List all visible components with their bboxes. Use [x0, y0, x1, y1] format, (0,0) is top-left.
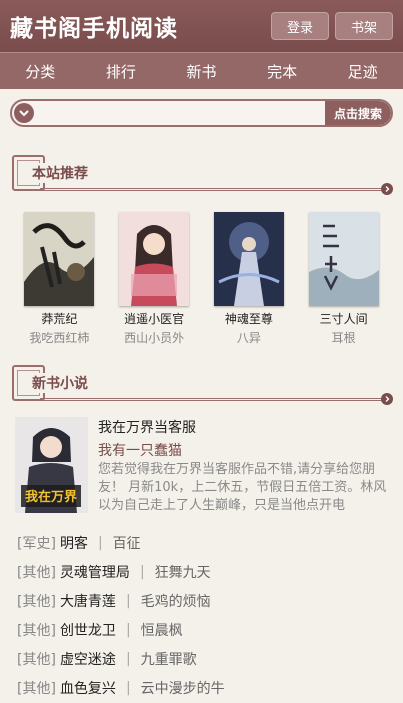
nav-item-history[interactable]: 足迹	[348, 61, 378, 82]
book-author: 百征	[112, 535, 141, 552]
book-author: 恒晨枫	[140, 622, 183, 639]
separator: |	[97, 534, 103, 551]
recommend-book[interactable]: 神魂至尊 八异	[210, 212, 288, 345]
nav-item-new-books[interactable]: 新书	[186, 61, 216, 82]
book-title[interactable]: 虚空迷途	[60, 649, 116, 669]
section-divider	[40, 398, 385, 401]
book-cover[interactable]	[24, 212, 95, 306]
book-title[interactable]: 三寸人间	[305, 310, 383, 327]
book-cover[interactable]	[213, 212, 284, 306]
book-author: 九重罪歌	[140, 651, 197, 668]
recommend-section-title: 本站推荐	[28, 163, 92, 183]
recommend-book[interactable]: 逍遥小医官 西山小员外	[115, 212, 193, 345]
book-category: [其他]	[17, 564, 56, 581]
book-author: 毛鸡的烦恼	[140, 593, 211, 610]
book-author: 云中漫步的牛	[140, 680, 225, 697]
site-title[interactable]: 藏书阁手机阅读	[10, 9, 178, 43]
list-item[interactable]: [其他] 创世龙卫 | 恒晨枫	[0, 615, 403, 644]
chevron-down-icon[interactable]	[14, 103, 34, 123]
book-author: 耳根	[331, 331, 356, 345]
svg-text:我在万界: 我在万界	[25, 489, 77, 505]
book-title[interactable]: 大唐青莲	[60, 591, 116, 611]
book-author: 狂舞九天	[154, 564, 211, 581]
book-cover[interactable]	[119, 212, 190, 306]
list-item[interactable]: [其他] 虚空迷途 | 九重罪歌	[0, 644, 403, 673]
search-input[interactable]	[38, 103, 328, 123]
new-books-section-title: 新书小说	[28, 373, 92, 393]
recommend-grid: 莽荒纪 我吃西红柿 逍遥小医官 西山小员外 神魂至尊 八异 三寸人间 耳根	[0, 212, 403, 345]
main-nav: 分类 排行 新书 完本 足迹	[0, 52, 403, 89]
login-button[interactable]: 登录	[271, 12, 329, 40]
section-divider	[40, 188, 385, 191]
list-item[interactable]: [其他] 血色复兴 | 云中漫步的牛	[0, 673, 403, 702]
book-author: 八异	[236, 331, 261, 345]
book-title[interactable]: 莽荒纪	[20, 310, 98, 327]
featured-book[interactable]: 我在万界 我在万界当客服 我有一只蠢猫 您若觉得我在万界当客服作品不错,请分享给…	[0, 414, 403, 518]
book-title[interactable]: 创世龙卫	[60, 620, 116, 640]
header: 藏书阁手机阅读 登录 书架	[0, 0, 403, 52]
recommend-section-header: 本站推荐	[0, 153, 403, 199]
separator: |	[125, 592, 131, 609]
bookshelf-button[interactable]: 书架	[335, 12, 393, 40]
separator: |	[125, 679, 131, 696]
list-item[interactable]: [其他] 灵魂管理局 | 狂舞九天	[0, 557, 403, 586]
new-books-list: [军史] 明客 | 百征 [其他] 灵魂管理局 | 狂舞九天 [其他] 大唐青莲…	[0, 528, 403, 702]
new-books-section-header: 新书小说	[0, 363, 403, 409]
featured-book-cover[interactable]: 我在万界	[15, 417, 88, 513]
book-author: 西山小员外	[124, 331, 185, 345]
nav-item-completed[interactable]: 完本	[267, 61, 297, 82]
book-title[interactable]: 明客	[60, 533, 88, 553]
header-buttons: 登录 书架	[271, 12, 393, 40]
search-button[interactable]: 点击搜索	[325, 101, 391, 125]
book-category: [其他]	[17, 622, 56, 639]
book-category: [其他]	[17, 593, 56, 610]
book-title[interactable]: 逍遥小医官	[115, 310, 193, 327]
separator: |	[125, 650, 131, 667]
separator: |	[139, 563, 145, 580]
recommend-book[interactable]: 莽荒纪 我吃西红柿	[20, 212, 98, 345]
featured-book-description: 您若觉得我在万界当客服作品不错,请分享给您朋友！ 月新10k，上二休五，节假日五…	[98, 462, 387, 513]
book-title[interactable]: 灵魂管理局	[60, 562, 130, 582]
book-category: [其他]	[17, 651, 56, 668]
search-bar: 点击搜索	[10, 99, 393, 127]
book-category: [其他]	[17, 680, 56, 697]
book-author: 我吃西红柿	[29, 331, 90, 345]
nav-item-category[interactable]: 分类	[25, 61, 55, 82]
chevron-right-icon[interactable]	[381, 393, 393, 405]
list-item[interactable]: [其他] 大唐青莲 | 毛鸡的烦恼	[0, 586, 403, 615]
book-title[interactable]: 血色复兴	[60, 678, 116, 698]
recommend-book[interactable]: 三寸人间 耳根	[305, 212, 383, 345]
list-item[interactable]: [军史] 明客 | 百征	[0, 528, 403, 557]
book-category: [军史]	[17, 535, 56, 552]
featured-book-author: 我有一只蠢猫	[98, 443, 182, 459]
featured-book-title[interactable]: 我在万界当客服	[98, 417, 196, 437]
separator: |	[125, 621, 131, 638]
chevron-right-icon[interactable]	[381, 183, 393, 195]
book-cover[interactable]	[308, 212, 379, 306]
book-title[interactable]: 神魂至尊	[210, 310, 288, 327]
nav-item-ranking[interactable]: 排行	[106, 61, 136, 82]
